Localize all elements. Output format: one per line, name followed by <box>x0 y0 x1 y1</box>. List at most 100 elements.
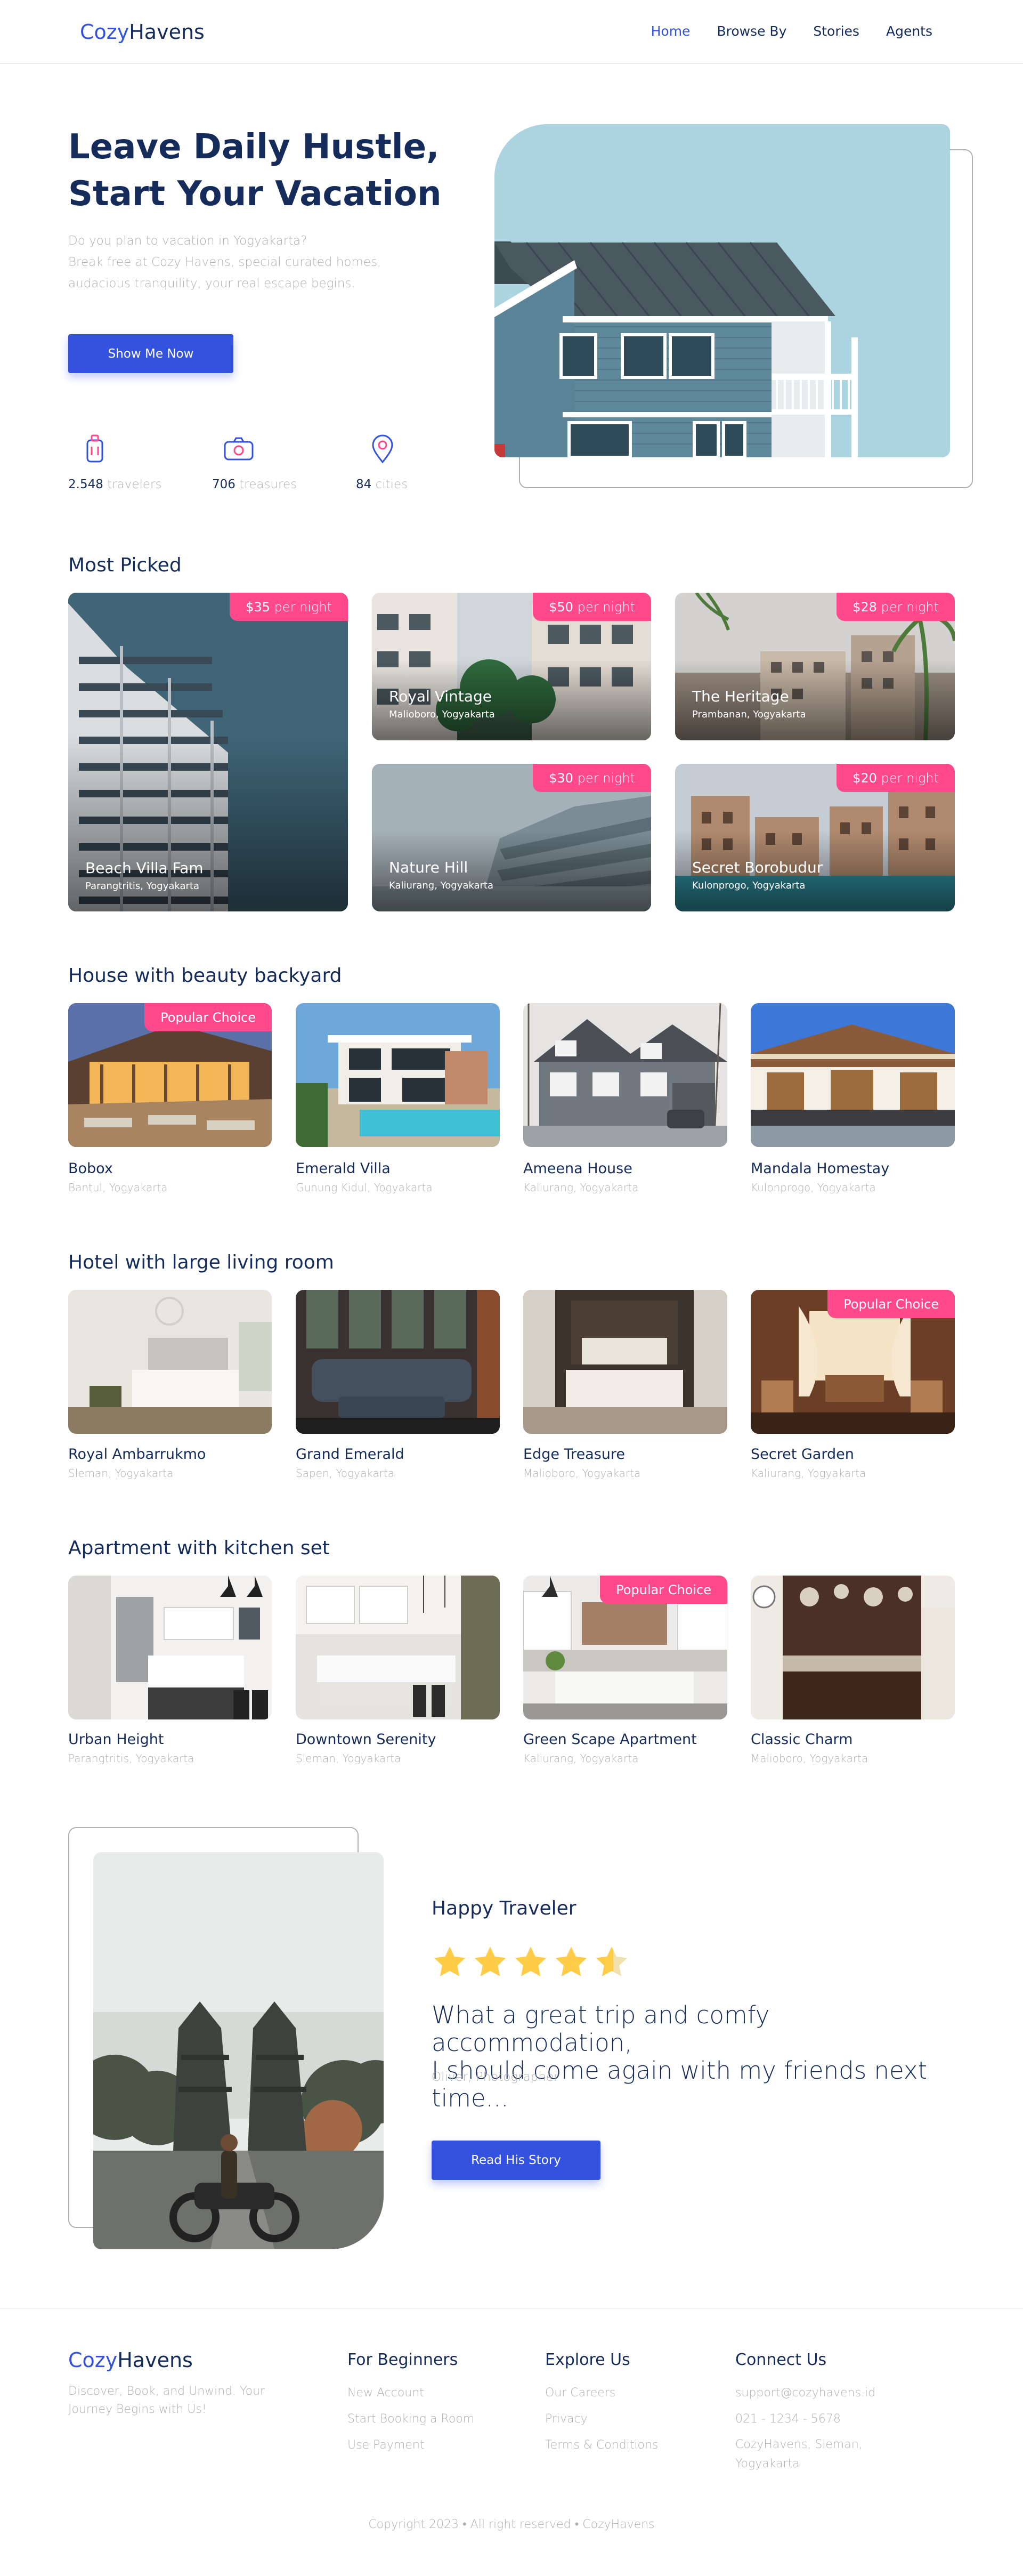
footer-address: CozyHavens, Sleman, Yogyakarta <box>735 2438 863 2470</box>
property-card-image[interactable] <box>68 1290 272 1434</box>
most-picked-card[interactable]: $50 per night Royal Vintage Malioboro, Y… <box>372 593 651 740</box>
property-location: Sapen, Yogyakarta <box>296 1467 395 1480</box>
camera-icon <box>223 433 255 465</box>
hero-stats: 2.548 travelers 706 treasures 84 cities <box>68 433 500 491</box>
site-header: CozyHavens Home Browse By Stories Agents <box>0 0 1023 64</box>
property-name: The Heritage <box>692 688 789 705</box>
property-name: Nature Hill <box>389 859 468 876</box>
nav-agents[interactable]: Agents <box>886 23 932 39</box>
category-title: House with beauty backyard <box>68 965 342 987</box>
property-location: Kaliurang, Yogyakarta <box>389 880 493 891</box>
footer-logo[interactable]: CozyHavens <box>68 2348 193 2372</box>
property-card-image[interactable] <box>296 1003 500 1147</box>
footer-link[interactable]: Our Careers <box>545 2380 658 2406</box>
property-name[interactable]: Green Scape Apartment <box>523 1731 697 1748</box>
property-name[interactable]: Royal Ambarrukmo <box>68 1446 206 1463</box>
property-card-image[interactable]: Popular Choice <box>68 1003 272 1147</box>
property-card-image[interactable] <box>296 1290 500 1434</box>
category-title: Apartment with kitchen set <box>68 1537 330 1559</box>
footer-description: Discover, Book, and Unwind. Your Journey… <box>68 2385 265 2416</box>
price-tag: $20 per night <box>837 764 955 792</box>
popular-choice-tag: Popular Choice <box>144 1003 272 1031</box>
property-location: Malioboro, Yogyakarta <box>523 1467 641 1480</box>
location-pin-icon <box>367 433 399 465</box>
show-me-now-button[interactable]: Show Me Now <box>68 334 233 373</box>
property-card-image[interactable] <box>296 1576 500 1719</box>
property-card-image[interactable] <box>68 1576 272 1719</box>
rating-stars <box>432 1944 630 1981</box>
property-location: Bantul, Yogyakarta <box>68 1181 168 1194</box>
footer-email[interactable]: support@cozyhavens.id <box>735 2380 916 2406</box>
property-location: Kaliurang, Yogyakarta <box>751 1467 866 1480</box>
footer-col-connect: Connect Us support@cozyhavens.id 021 - 1… <box>735 2351 916 2474</box>
property-card-image[interactable] <box>523 1003 727 1147</box>
footer-link[interactable]: Privacy <box>545 2406 658 2432</box>
property-location: Prambanan, Yogyakarta <box>692 709 806 720</box>
most-picked-title: Most Picked <box>68 554 182 576</box>
star-icon <box>434 1947 466 1976</box>
most-picked-card[interactable]: $30 per night Nature Hill Kaliurang, Yog… <box>372 764 651 911</box>
property-name: Secret Borobudur <box>692 859 823 876</box>
property-name[interactable]: Classic Charm <box>751 1731 852 1748</box>
most-picked-card[interactable]: $20 per night Secret Borobudur Kulonprog… <box>675 764 955 911</box>
property-name[interactable]: Edge Treasure <box>523 1446 625 1463</box>
property-name[interactable]: Secret Garden <box>751 1446 854 1463</box>
property-location: Kulonprogo, Yogyakarta <box>692 880 806 891</box>
testimonial-author: Oliver, Photographer <box>432 2070 559 2084</box>
star-icon <box>555 1947 587 1976</box>
property-card-image[interactable] <box>751 1003 955 1147</box>
footer-link[interactable]: Terms & Conditions <box>545 2432 658 2458</box>
footer-link[interactable]: Start Booking a Room <box>347 2406 474 2432</box>
price-tag: $50 per night <box>533 593 651 621</box>
nav-stories[interactable]: Stories <box>813 23 859 39</box>
property-name[interactable]: Downtown Serenity <box>296 1731 436 1748</box>
star-icon <box>515 1947 547 1976</box>
page: CozyHavens Home Browse By Stories Agents… <box>0 0 1023 2576</box>
property-card-image[interactable]: Popular Choice <box>523 1576 727 1719</box>
most-picked-card[interactable]: $28 per night The Heritage Prambanan, Yo… <box>675 593 955 740</box>
most-picked-card[interactable]: $35 per night Beach Villa Fam Parangtrit… <box>68 593 348 911</box>
price-tag: $35 per night <box>230 593 348 621</box>
property-location: Sleman, Yogyakarta <box>296 1752 401 1765</box>
read-his-story-button[interactable]: Read His Story <box>432 2141 600 2180</box>
property-location: Gunung Kidul, Yogyakarta <box>296 1181 433 1194</box>
star-icon <box>474 1947 506 1976</box>
testimonial-photo <box>93 1852 384 2249</box>
footer-link[interactable]: Use Payment <box>347 2432 474 2458</box>
logo[interactable]: CozyHavens <box>80 20 205 44</box>
property-name[interactable]: Ameena House <box>523 1160 632 1177</box>
property-name[interactable]: Grand Emerald <box>296 1446 404 1463</box>
price-tag: $28 per night <box>837 593 955 621</box>
main-nav: Home Browse By Stories Agents <box>651 23 932 39</box>
property-location: Malioboro, Yogyakarta <box>389 709 495 720</box>
footer-col-beginners: For Beginners New Account Start Booking … <box>347 2351 474 2458</box>
property-location: Parangtritis, Yogyakarta <box>68 1752 194 1765</box>
property-name[interactable]: Bobox <box>68 1160 113 1177</box>
property-name[interactable]: Emerald Villa <box>296 1160 391 1177</box>
category-title: Hotel with large living room <box>68 1251 334 1273</box>
stat-cities: 84 cities <box>356 433 500 491</box>
hero-subtitle: Do you plan to vacation in Yogyakarta? B… <box>68 234 381 290</box>
property-card-image[interactable]: Popular Choice <box>751 1290 955 1434</box>
nav-home[interactable]: Home <box>651 23 691 39</box>
popular-choice-tag: Popular Choice <box>827 1290 955 1318</box>
property-location: Malioboro, Yogyakarta <box>751 1752 868 1765</box>
property-name[interactable]: Mandala Homestay <box>751 1160 889 1177</box>
nav-browse-by[interactable]: Browse By <box>717 23 786 39</box>
property-card-image[interactable] <box>751 1576 955 1719</box>
hero-title: Leave Daily Hustle, Start Your Vacation <box>68 127 442 214</box>
footer-phone[interactable]: 021 - 1234 - 5678 <box>735 2406 916 2432</box>
property-name: Beach Villa Fam <box>85 859 204 877</box>
hero-house-image <box>494 124 950 457</box>
property-name[interactable]: Urban Height <box>68 1731 164 1748</box>
property-name: Royal Vintage <box>389 688 492 705</box>
testimonial-quote: What a great trip and comfy accommodatio… <box>432 2001 928 2112</box>
footer-link[interactable]: New Account <box>347 2380 474 2406</box>
footer-col-explore: Explore Us Our Careers Privacy Terms & C… <box>545 2351 658 2458</box>
suitcase-icon <box>79 433 111 465</box>
property-location: Kaliurang, Yogyakarta <box>523 1181 639 1194</box>
stat-travelers: 2.548 travelers <box>68 433 212 491</box>
property-card-image[interactable] <box>523 1290 727 1434</box>
property-location: Parangtritis, Yogyakarta <box>85 881 200 892</box>
property-location: Kulonprogo, Yogyakarta <box>751 1181 876 1194</box>
